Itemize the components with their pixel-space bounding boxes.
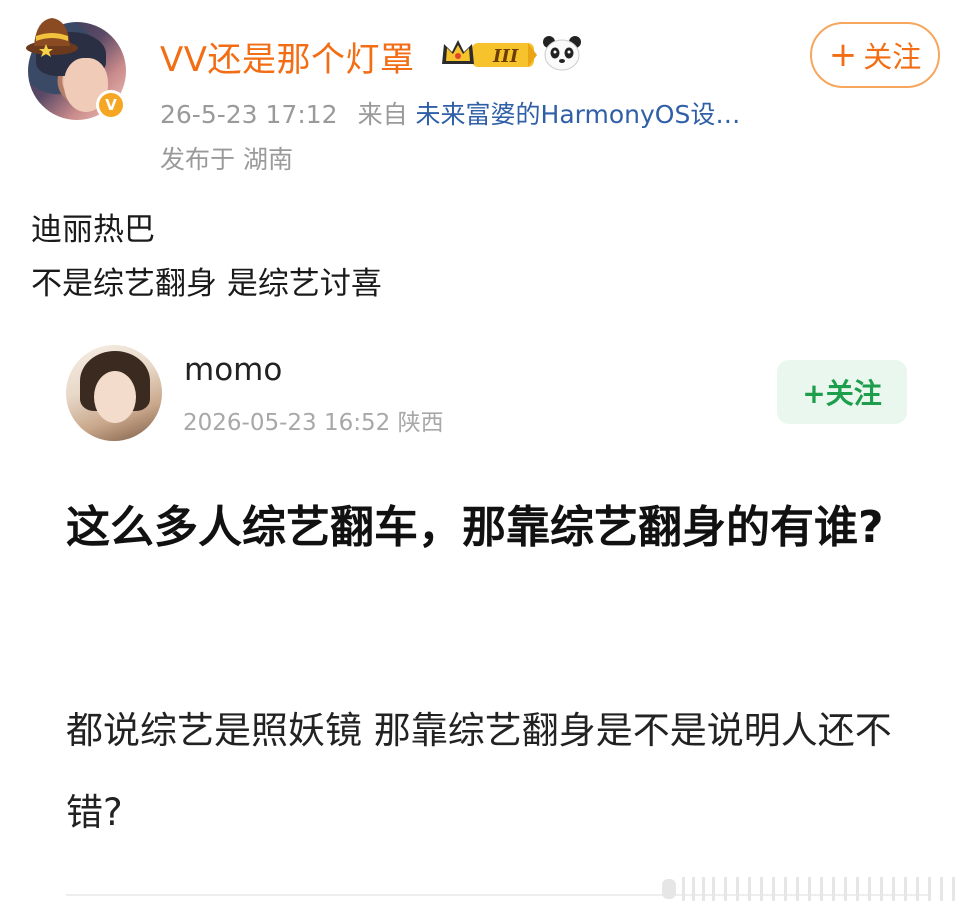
author-avatar[interactable]: V [26, 18, 130, 124]
follow-button[interactable]: + 关注 [810, 22, 940, 88]
post-meta: 26-5-23 17:12 来自 未来富婆的HarmonyOS设… [160, 95, 740, 131]
post-text-line: 不是综艺翻身 是综艺讨喜 [31, 266, 382, 302]
crown-level-icon: III [442, 40, 537, 67]
embed-username: momo [184, 352, 283, 388]
from-label: 来自 [357, 100, 408, 129]
watermark-barcode-icon [662, 877, 955, 901]
post-time: 26-5-23 17:12 [160, 100, 338, 129]
author-name[interactable]: VV还是那个灯罩 [160, 32, 415, 81]
follow-label: 关注 [863, 40, 922, 74]
embed-title: 这么多人综艺翻车，那靠综艺翻身的有谁? [66, 502, 884, 553]
panda-icon [543, 36, 581, 71]
level-text: III [492, 46, 519, 67]
post-text-line: 迪丽热巴 [31, 212, 155, 248]
verified-v-icon: V [96, 90, 126, 120]
lucky-hat-icon [26, 18, 78, 57]
embed-avatar [66, 345, 162, 441]
embed-body: 都说综艺是照妖镜 那靠综艺翻身是不是说明人还不错? [66, 709, 892, 834]
plus-icon: + [828, 35, 858, 75]
post-location: 发布于 湖南 [160, 145, 293, 174]
embed-follow-button: +关注 [777, 360, 907, 424]
verified-badge-text: V [105, 96, 117, 114]
embed-meta: 2026-05-23 16:52 陕西 [183, 410, 444, 436]
source-link[interactable]: 未来富婆的HarmonyOS设… [416, 100, 741, 129]
